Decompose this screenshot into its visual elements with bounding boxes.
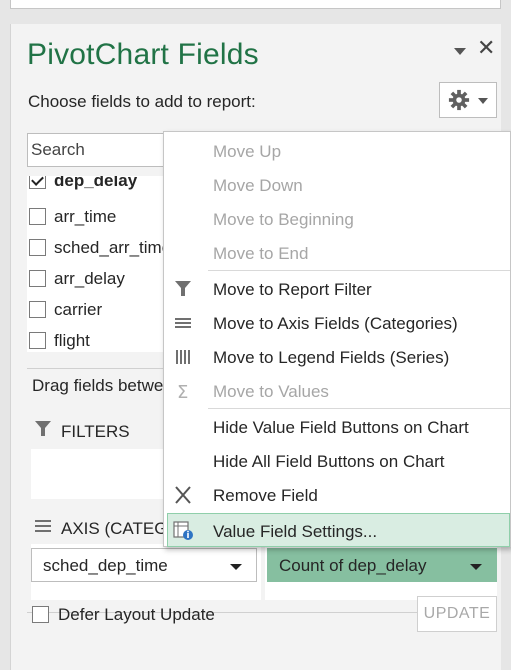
checkbox[interactable] — [29, 332, 46, 349]
menu-item-label: Move to Axis Fields (Categories) — [213, 314, 458, 333]
checkbox[interactable] — [29, 208, 46, 225]
menu-item-label: Move Up — [213, 142, 282, 161]
menu-item-remove-field[interactable]: Remove Field — [164, 478, 510, 512]
menu-item-label: Move to Report Filter — [213, 280, 372, 299]
search-input[interactable]: Search — [27, 133, 177, 167]
checkbox[interactable] — [29, 301, 46, 318]
checkbox[interactable] — [29, 239, 46, 256]
list-item-dep-delay[interactable]: dep_delay — [27, 176, 177, 196]
menu-item-move-to-end[interactable]: Move to End — [164, 236, 510, 270]
columns-icon — [176, 350, 190, 364]
field-label: arr_delay — [54, 269, 125, 288]
values-field-label: Count of dep_delay — [279, 556, 427, 575]
field-label: sched_arr_time — [54, 238, 172, 257]
rows-icon — [175, 318, 191, 328]
list-item-arr-time[interactable]: arr_time — [27, 202, 177, 232]
values-field-pill[interactable]: Count of dep_delay — [267, 548, 497, 582]
filter-icon — [175, 281, 191, 296]
list-item-sched-arr-time[interactable]: sched_arr_time — [27, 233, 177, 263]
menu-item-label: Move to Legend Fields (Series) — [213, 348, 450, 367]
menu-item-label: Value Field Settings... — [213, 522, 378, 541]
dropdown-arrow-icon[interactable] — [470, 564, 482, 570]
defer-layout-checkbox[interactable] — [32, 606, 49, 623]
tools-button[interactable] — [439, 82, 497, 118]
gear-icon — [448, 89, 470, 111]
field-label: arr_time — [54, 207, 117, 226]
field-settings-icon — [173, 521, 193, 540]
menu-item-move-to-beginning[interactable]: Move to Beginning — [164, 202, 510, 236]
axis-field-pill[interactable]: sched_dep_time — [31, 548, 257, 582]
menu-item-move-to-report-filter[interactable]: Move to Report Filter — [164, 272, 510, 306]
top-box — [10, 0, 501, 9]
menu-item-label: Hide Value Field Buttons on Chart — [213, 418, 469, 437]
remove-icon — [175, 486, 191, 504]
list-item-arr-delay[interactable]: arr_delay — [27, 264, 177, 294]
menu-item-label: Move to Values — [213, 382, 329, 401]
filters-area-label: FILTERS — [61, 422, 130, 441]
menu-item-move-to-values[interactable]: Σ Move to Values — [164, 374, 510, 408]
defer-layout-label: Defer Layout Update — [58, 605, 215, 624]
menu-item-move-down[interactable]: Move Down — [164, 168, 510, 202]
task-pane-options-icon[interactable] — [452, 44, 468, 58]
menu-item-label: Hide All Field Buttons on Chart — [213, 452, 445, 471]
menu-item-move-to-axis-fields[interactable]: Move to Axis Fields (Categories) — [164, 306, 510, 340]
axis-icon — [35, 520, 51, 532]
list-item-carrier[interactable]: carrier — [27, 295, 177, 325]
menu-item-label: Move to Beginning — [213, 210, 354, 229]
list-item-flight[interactable]: flight — [27, 326, 177, 352]
checkbox[interactable] — [29, 270, 46, 287]
field-list: dep_delay arr_time sched_arr_time arr_de… — [27, 176, 177, 352]
svg-text:Σ: Σ — [177, 382, 188, 401]
menu-item-hide-all-field-buttons[interactable]: Hide All Field Buttons on Chart — [164, 444, 510, 478]
filter-icon — [35, 421, 51, 436]
sigma-icon: Σ — [177, 382, 188, 401]
menu-item-hide-value-field-buttons[interactable]: Hide Value Field Buttons on Chart — [164, 410, 510, 444]
search-placeholder: Search — [31, 140, 85, 159]
menu-separator — [208, 408, 510, 409]
menu-item-label: Move Down — [213, 176, 303, 195]
pane-subtitle: Choose fields to add to report: — [28, 92, 256, 111]
field-label: dep_delay — [54, 176, 138, 190]
menu-item-move-to-legend-fields[interactable]: Move to Legend Fields (Series) — [164, 340, 510, 374]
close-icon[interactable]: ✕ — [477, 37, 495, 59]
menu-item-label: Remove Field — [213, 486, 318, 505]
axis-area-label: AXIS (CATEG — [61, 519, 168, 538]
menu-item-move-up[interactable]: Move Up — [164, 134, 510, 168]
drag-instructions: Drag fields betwe — [32, 376, 164, 395]
chevron-down-icon — [478, 98, 488, 104]
update-button[interactable]: UPDATE — [417, 596, 497, 632]
field-label: carrier — [54, 300, 103, 319]
pane-title: PivotChart Fields — [27, 38, 259, 71]
menu-item-value-field-settings[interactable]: Value Field Settings... — [167, 513, 510, 547]
menu-separator — [208, 270, 510, 271]
checkbox[interactable] — [29, 176, 46, 189]
menu-item-label: Move to End — [213, 244, 309, 263]
field-label: flight — [54, 331, 90, 350]
axis-field-label: sched_dep_time — [43, 556, 168, 575]
field-context-menu: Move Up Move Down Move to Beginning Move… — [163, 131, 511, 547]
dropdown-arrow-icon[interactable] — [230, 564, 242, 570]
